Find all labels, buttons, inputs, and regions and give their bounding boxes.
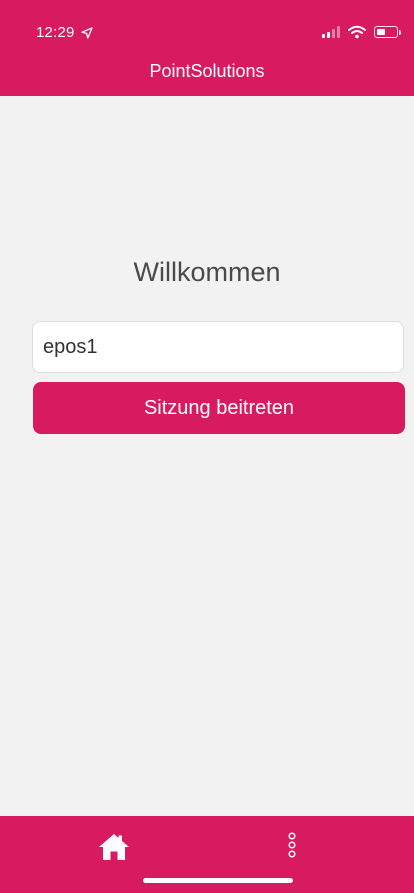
status-time: 12:29 — [36, 24, 93, 41]
home-indicator[interactable] — [143, 878, 293, 883]
session-id-input[interactable] — [32, 321, 404, 373]
battery-icon — [374, 26, 401, 38]
app-screen: 12:29 PointSolutions Willkommen epos1 Si… — [0, 0, 414, 893]
home-icon[interactable] — [97, 832, 131, 862]
location-arrow-icon — [80, 26, 93, 39]
cellular-signal-icon — [322, 26, 340, 38]
status-time-text: 12:29 — [36, 24, 75, 41]
more-vertical-icon[interactable] — [284, 830, 300, 862]
join-session-button[interactable]: Sitzung beitreten — [33, 382, 405, 434]
top-header: 12:29 PointSolutions — [0, 0, 414, 96]
wifi-icon — [348, 25, 366, 39]
bottom-tab-bar — [0, 816, 414, 893]
welcome-heading: Willkommen — [133, 257, 281, 287]
app-title: PointSolutions — [149, 61, 265, 81]
status-icons — [322, 24, 401, 40]
